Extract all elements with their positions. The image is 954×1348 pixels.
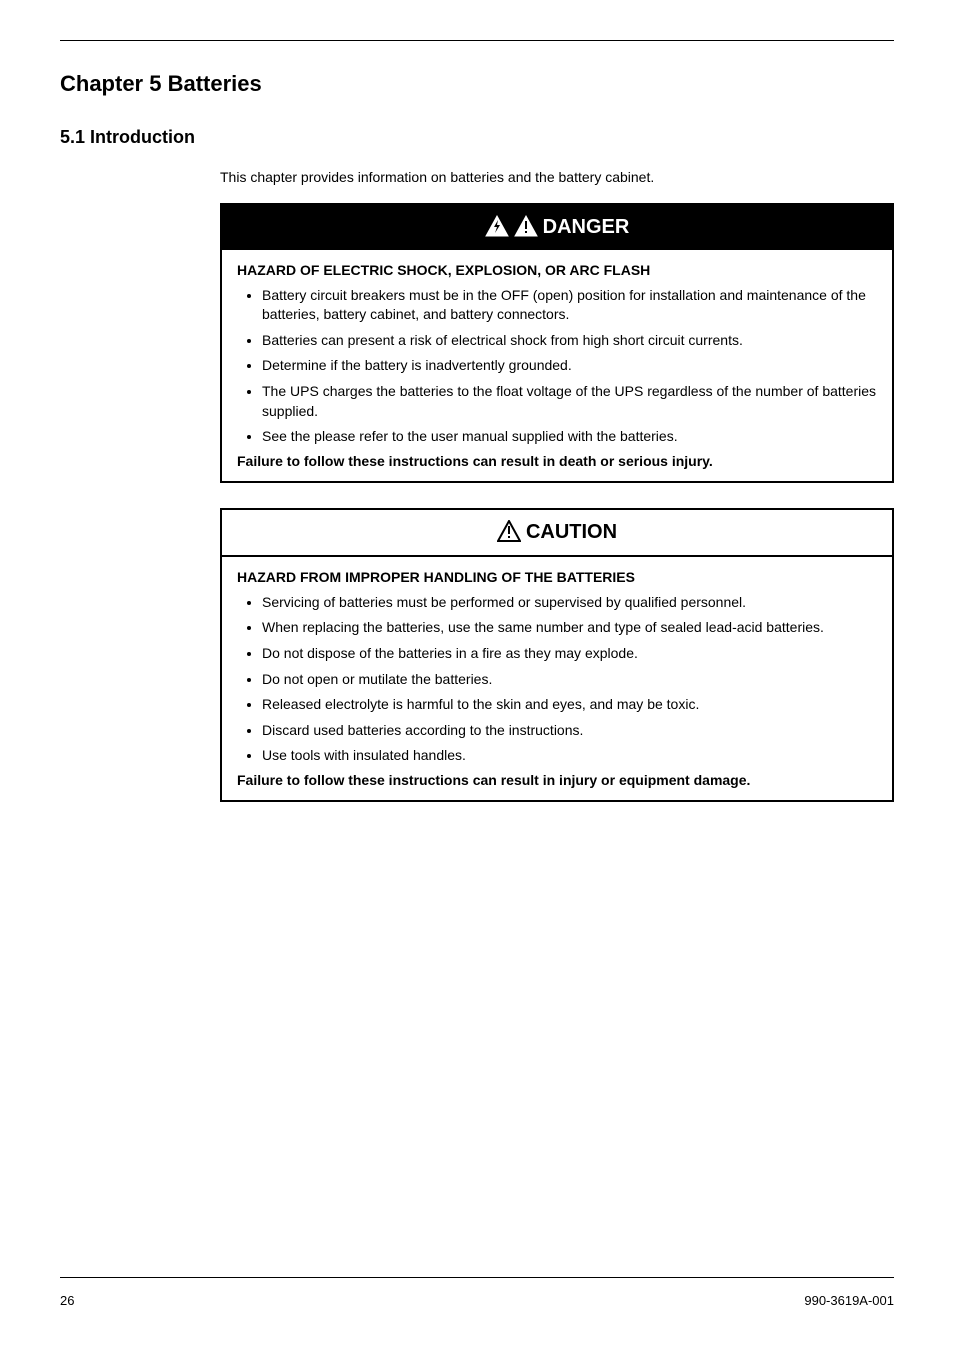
- danger-header: DANGER: [222, 205, 892, 250]
- list-item: Do not open or mutilate the batteries.: [262, 670, 877, 690]
- shock-warning-icon: [485, 215, 509, 240]
- danger-box: DANGER HAZARD OF ELECTRIC SHOCK, EXPLOSI…: [220, 203, 894, 483]
- document-id: 990-3619A-001: [804, 1293, 894, 1308]
- top-rule: [60, 40, 894, 41]
- list-item: Discard used batteries according to the …: [262, 721, 877, 741]
- list-item: Determine if the battery is inadvertentl…: [262, 356, 877, 376]
- danger-title: DANGER: [543, 216, 630, 239]
- warning-icon: [514, 215, 538, 240]
- caution-list: Servicing of batteries must be performed…: [237, 593, 877, 766]
- danger-body: HAZARD OF ELECTRIC SHOCK, EXPLOSION, OR …: [222, 250, 892, 481]
- danger-subtitle: HAZARD OF ELECTRIC SHOCK, EXPLOSION, OR …: [237, 262, 877, 278]
- caution-subtitle: HAZARD FROM IMPROPER HANDLING OF THE BAT…: [237, 569, 877, 585]
- content-area: This chapter provides information on bat…: [220, 168, 894, 802]
- list-item: Servicing of batteries must be performed…: [262, 593, 877, 613]
- danger-list: Battery circuit breakers must be in the …: [237, 286, 877, 447]
- list-item: Battery circuit breakers must be in the …: [262, 286, 877, 325]
- page-footer: 26 990-3619A-001: [60, 1293, 894, 1308]
- warning-icon: [497, 520, 521, 545]
- list-item: Batteries can present a risk of electric…: [262, 331, 877, 351]
- caution-failure: Failure to follow these instructions can…: [237, 772, 877, 788]
- section-title: 5.1 Introduction: [60, 127, 894, 148]
- page-number: 26: [60, 1293, 74, 1308]
- danger-failure: Failure to follow these instructions can…: [237, 453, 877, 469]
- list-item: When replacing the batteries, use the sa…: [262, 618, 877, 638]
- chapter-header: Chapter 5 Batteries 5.1 Introduction: [60, 71, 894, 148]
- intro-paragraph: This chapter provides information on bat…: [220, 168, 894, 188]
- caution-body: HAZARD FROM IMPROPER HANDLING OF THE BAT…: [222, 557, 892, 800]
- caution-header: CAUTION: [222, 510, 892, 557]
- list-item: See the please refer to the user manual …: [262, 427, 877, 447]
- caution-title: CAUTION: [526, 521, 617, 544]
- list-item: Use tools with insulated handles.: [262, 746, 877, 766]
- chapter-title: Chapter 5 Batteries: [60, 71, 894, 97]
- list-item: Released electrolyte is harmful to the s…: [262, 695, 877, 715]
- list-item: Do not dispose of the batteries in a fir…: [262, 644, 877, 664]
- bottom-rule: [60, 1277, 894, 1278]
- list-item: The UPS charges the batteries to the flo…: [262, 382, 877, 421]
- caution-box: CAUTION HAZARD FROM IMPROPER HANDLING OF…: [220, 508, 894, 802]
